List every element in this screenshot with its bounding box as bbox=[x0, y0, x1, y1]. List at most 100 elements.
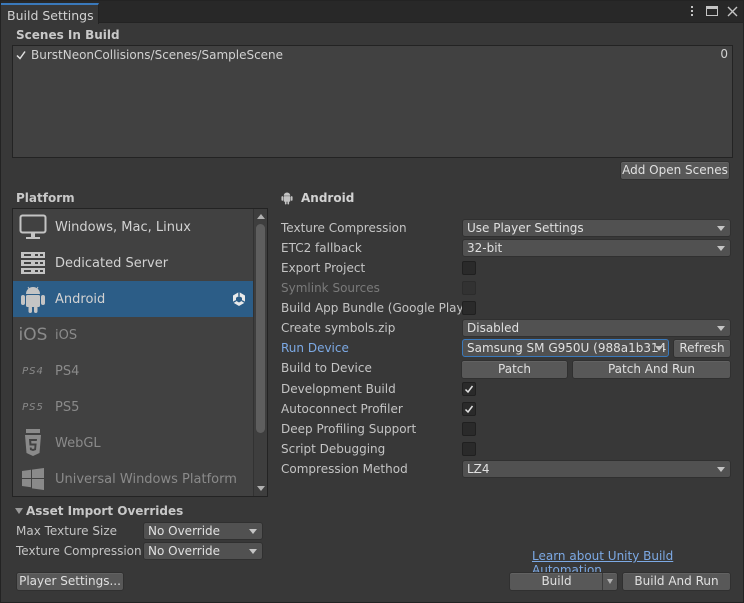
more-options-icon[interactable] bbox=[685, 4, 699, 18]
texture-compression-dropdown[interactable]: Use Player Settings bbox=[462, 219, 731, 237]
platform-label: Android bbox=[55, 291, 106, 307]
checkmark-icon bbox=[464, 405, 474, 414]
asset-texture-compression-label: Texture Compression bbox=[16, 544, 142, 558]
build-app-bundle-checkbox[interactable] bbox=[462, 301, 476, 315]
build-button[interactable]: Build bbox=[509, 572, 618, 591]
tab-build-settings[interactable]: Build Settings bbox=[1, 3, 99, 24]
foldout-arrow-icon bbox=[15, 508, 23, 514]
build-app-bundle-label: Build App Bundle (Google Play) bbox=[281, 301, 469, 315]
max-texture-size-label: Max Texture Size bbox=[16, 524, 117, 538]
platform-item-ps4[interactable]: PS4 PS4 bbox=[13, 353, 255, 389]
chevron-down-icon bbox=[717, 226, 725, 231]
scene-path: BurstNeonCollisions/Scenes/SampleScene bbox=[31, 48, 284, 62]
run-device-dropdown[interactable]: Samsung SM G950U (988a1b314 bbox=[462, 339, 669, 357]
create-symbols-value: Disabled bbox=[467, 321, 520, 335]
scenes-in-build-label: Scenes In Build bbox=[16, 28, 120, 42]
build-options-dropdown[interactable] bbox=[602, 573, 617, 590]
platform-scrollbar[interactable] bbox=[253, 209, 267, 496]
texture-compression-label: Texture Compression bbox=[281, 221, 407, 235]
platform-label: Windows, Mac, Linux bbox=[55, 219, 191, 235]
checkmark-icon bbox=[464, 385, 474, 394]
chevron-down-icon bbox=[717, 246, 725, 251]
scenes-list[interactable]: BurstNeonCollisions/Scenes/SampleScene 0 bbox=[12, 45, 733, 158]
platform-item-windows-mac-linux[interactable]: Windows, Mac, Linux bbox=[13, 209, 255, 245]
platform-item-ios[interactable]: iOS iOS bbox=[13, 317, 255, 353]
platform-item-ps5[interactable]: PS5 PS5 bbox=[13, 389, 255, 425]
platform-label: Dedicated Server bbox=[55, 255, 169, 271]
platform-item-android[interactable]: Android bbox=[13, 281, 255, 317]
max-texture-size-dropdown[interactable]: No Override bbox=[143, 522, 263, 540]
scroll-up-icon[interactable] bbox=[257, 214, 265, 219]
add-open-scenes-button[interactable]: Add Open Scenes bbox=[620, 161, 730, 180]
patch-button[interactable]: Patch bbox=[461, 360, 568, 379]
development-build-label: Development Build bbox=[281, 382, 396, 396]
scene-checkbox[interactable] bbox=[15, 49, 27, 61]
autoconnect-profiler-checkbox[interactable] bbox=[462, 402, 476, 416]
ps4-icon: PS4 bbox=[22, 365, 44, 377]
asset-texture-compression-dropdown[interactable]: No Override bbox=[143, 542, 263, 560]
unity-logo-icon bbox=[231, 291, 247, 307]
platform-label: WebGL bbox=[55, 435, 101, 451]
tab-bar: Build Settings bbox=[1, 1, 743, 24]
create-symbols-label: Create symbols.zip bbox=[281, 321, 396, 335]
platform-item-webgl[interactable]: WebGL bbox=[13, 425, 255, 461]
deep-profiling-checkbox[interactable] bbox=[462, 422, 476, 436]
export-project-checkbox[interactable] bbox=[462, 261, 476, 275]
development-build-checkbox[interactable] bbox=[462, 382, 476, 396]
build-settings-window: Build Settings Scenes In Build BurstNeon… bbox=[0, 0, 744, 603]
player-settings-button[interactable]: Player Settings... bbox=[16, 572, 124, 591]
platform-settings-title: Android bbox=[281, 191, 354, 205]
platform-list[interactable]: Windows, Mac, Linux Dedicated Server And… bbox=[12, 208, 268, 497]
patch-and-run-button[interactable]: Patch And Run bbox=[572, 360, 731, 379]
android-icon bbox=[15, 281, 51, 317]
run-device-value: Samsung SM G950U (988a1b314 bbox=[467, 341, 667, 355]
chevron-down-icon bbox=[717, 326, 725, 331]
scene-row[interactable]: BurstNeonCollisions/Scenes/SampleScene 0 bbox=[13, 46, 732, 64]
ios-icon: iOS bbox=[18, 325, 48, 345]
asset-import-overrides-foldout[interactable]: Asset Import Overrides bbox=[15, 504, 183, 518]
compression-method-dropdown[interactable]: LZ4 bbox=[462, 460, 731, 478]
etc2-fallback-dropdown[interactable]: 32-bit bbox=[462, 239, 731, 257]
autoconnect-profiler-label: Autoconnect Profiler bbox=[281, 402, 403, 416]
platform-label: Universal Windows Platform bbox=[55, 471, 237, 487]
platform-label: Platform bbox=[16, 191, 75, 205]
platform-item-uwp[interactable]: Universal Windows Platform bbox=[13, 461, 255, 496]
symlink-sources-label: Symlink Sources bbox=[281, 281, 380, 295]
symlink-sources-checkbox bbox=[462, 281, 476, 295]
max-texture-size-value: No Override bbox=[148, 524, 221, 538]
refresh-button[interactable]: Refresh bbox=[673, 339, 731, 358]
window-actions bbox=[685, 4, 739, 18]
chevron-down-icon bbox=[249, 549, 257, 554]
asset-texture-compression-value: No Override bbox=[148, 544, 221, 558]
scroll-down-icon[interactable] bbox=[257, 486, 265, 491]
compression-method-label: Compression Method bbox=[281, 462, 408, 476]
platform-settings-title-text: Android bbox=[301, 191, 355, 205]
build-button-label: Build bbox=[541, 574, 572, 588]
compression-method-value: LZ4 bbox=[467, 462, 490, 476]
build-and-run-button[interactable]: Build And Run bbox=[622, 572, 731, 591]
ps5-icon: PS5 bbox=[22, 401, 44, 413]
texture-compression-value: Use Player Settings bbox=[467, 221, 584, 235]
html5-icon bbox=[15, 425, 51, 461]
script-debugging-checkbox[interactable] bbox=[462, 442, 476, 456]
export-project-label: Export Project bbox=[281, 261, 366, 275]
build-to-device-label: Build to Device bbox=[281, 361, 372, 375]
create-symbols-dropdown[interactable]: Disabled bbox=[462, 319, 731, 337]
chevron-down-icon bbox=[655, 346, 663, 351]
maximize-icon[interactable] bbox=[705, 4, 719, 18]
windows-icon bbox=[15, 461, 51, 496]
platform-label: PS4 bbox=[55, 363, 80, 379]
android-icon bbox=[281, 192, 293, 205]
platform-item-dedicated-server[interactable]: Dedicated Server bbox=[13, 245, 255, 281]
monitor-icon bbox=[15, 209, 51, 245]
scroll-thumb[interactable] bbox=[256, 224, 265, 433]
chevron-down-icon bbox=[607, 579, 613, 584]
chevron-down-icon bbox=[249, 529, 257, 534]
script-debugging-label: Script Debugging bbox=[281, 442, 386, 456]
asset-import-overrides-title: Asset Import Overrides bbox=[26, 504, 184, 518]
deep-profiling-label: Deep Profiling Support bbox=[281, 422, 417, 436]
close-icon[interactable] bbox=[725, 4, 739, 18]
scene-index: 0 bbox=[720, 47, 728, 61]
run-device-label: Run Device bbox=[281, 341, 349, 355]
server-icon bbox=[15, 245, 51, 281]
